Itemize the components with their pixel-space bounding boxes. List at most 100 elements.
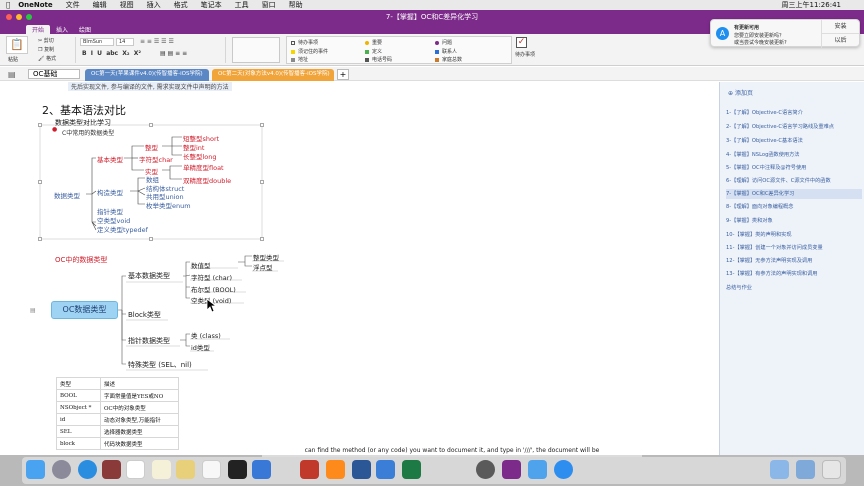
minimize-window-icon[interactable] bbox=[16, 14, 22, 20]
tag-question[interactable]: 问题 bbox=[435, 39, 452, 46]
menu-format[interactable]: 格式 bbox=[174, 0, 188, 10]
notebook-selector[interactable]: OC基础 bbox=[28, 69, 80, 79]
font-size-select[interactable]: 14 bbox=[116, 38, 134, 46]
tab-insert[interactable]: 插入 bbox=[56, 25, 68, 34]
excel-icon[interactable] bbox=[402, 460, 421, 479]
tag-important[interactable]: 重要 bbox=[365, 39, 382, 46]
menu-notebook[interactable]: 笔记本 bbox=[201, 0, 222, 10]
install-button[interactable]: 安装 bbox=[822, 20, 859, 34]
add-page-button[interactable]: ⊕ 添加页 bbox=[728, 88, 753, 97]
font-format-icons[interactable]: ≡ ≡ ☰ ☰ ☰ bbox=[140, 38, 174, 45]
cut-button[interactable]: ✂ 剪切 bbox=[38, 37, 54, 44]
tag-remember[interactable]: 须记住的事件 bbox=[291, 48, 328, 55]
zoom-window-icon[interactable] bbox=[26, 14, 32, 20]
tag-family[interactable]: 家庭总数 bbox=[435, 56, 462, 63]
page-list-item[interactable]: 12-【掌握】无参方法声明实现及调用 bbox=[726, 256, 862, 266]
safari-icon[interactable] bbox=[78, 460, 97, 479]
tag-contact[interactable]: 联系人 bbox=[435, 48, 457, 55]
finder-icon[interactable] bbox=[26, 460, 45, 479]
oc-types-table: 类型 描述 BOOL 字面常量值是YES或NO NSObject * OC中的对… bbox=[56, 377, 179, 450]
page-list-item[interactable]: 9-【掌握】类和对象 bbox=[726, 216, 862, 226]
menu-file[interactable]: 文件 bbox=[66, 0, 80, 10]
page-list-item-selected[interactable]: 7-【掌握】OC和C差异化学习 bbox=[726, 189, 862, 199]
styles-gallery[interactable] bbox=[232, 37, 280, 63]
page-list-item[interactable]: 13-【掌握】有参方法的声明实现和调用 bbox=[726, 269, 862, 279]
onenote-icon[interactable] bbox=[502, 460, 521, 479]
table-cell: 选择器数据类型 bbox=[100, 425, 179, 438]
terminal-icon[interactable] bbox=[228, 460, 247, 479]
menu-tools[interactable]: 工具 bbox=[235, 0, 249, 10]
menu-window[interactable]: 窗口 bbox=[262, 0, 276, 10]
table-cell: 字面常量值是YES或NO bbox=[100, 389, 179, 402]
page-list-item[interactable]: 8-【理解】面向对象编程概念 bbox=[726, 202, 862, 212]
menu-app-name[interactable]: OneNote bbox=[18, 1, 52, 9]
page-list-item[interactable]: 5-【掌握】OC中注释及@符号使用 bbox=[726, 163, 862, 173]
ribbon-divider bbox=[225, 37, 226, 63]
c-node-basic: 基本类型 bbox=[97, 156, 123, 164]
preview-icon[interactable] bbox=[176, 460, 195, 479]
font-name-select[interactable]: BlmSun bbox=[80, 38, 114, 46]
menu-insert[interactable]: 插入 bbox=[147, 0, 161, 10]
apple-icon[interactable]:  bbox=[6, 1, 10, 9]
page-list-item[interactable]: 总结与作业 bbox=[726, 283, 862, 293]
mail-icon[interactable] bbox=[528, 460, 547, 479]
tag-phone[interactable]: 电话号码 bbox=[365, 56, 392, 63]
tag-todo[interactable]: 待办事项 bbox=[291, 39, 318, 46]
table-header-cell: 类型 bbox=[56, 377, 101, 390]
page-list-item[interactable]: 11-【掌握】创建一个对象并访问成员变量 bbox=[726, 243, 862, 253]
trash-icon[interactable] bbox=[822, 460, 841, 479]
todo-tag-button-label[interactable]: 待办事项 bbox=[515, 51, 535, 58]
word-icon[interactable] bbox=[352, 460, 371, 479]
later-button[interactable]: 以后 bbox=[822, 34, 859, 48]
dictionary-icon[interactable] bbox=[102, 460, 121, 479]
downloads-icon[interactable] bbox=[796, 460, 815, 479]
keynote-icon[interactable] bbox=[376, 460, 395, 479]
menu-help[interactable]: 帮助 bbox=[289, 0, 303, 10]
tab-home[interactable]: 开始 bbox=[26, 25, 51, 34]
oc-root-drag-handle-icon[interactable]: ▤ bbox=[30, 307, 36, 314]
instruments-icon[interactable] bbox=[476, 460, 495, 479]
menu-edit[interactable]: 编辑 bbox=[93, 0, 107, 10]
section-tab-day1[interactable]: OC第一天(苹果课件v4.0)(传智播客-iOS学院) bbox=[85, 69, 209, 81]
folder-icon[interactable] bbox=[770, 460, 789, 479]
section-tab-day2[interactable]: OC第二天(对象方法v4.0)(传智播客-iOS学院) bbox=[212, 69, 334, 81]
oc-node-root[interactable]: OC数据类型 bbox=[51, 301, 118, 319]
add-section-button[interactable]: + bbox=[337, 69, 349, 80]
table-row: id 动态对象类型,万能指针 bbox=[56, 413, 179, 426]
paste-icon[interactable]: 📋 bbox=[6, 36, 28, 54]
page-list-item[interactable]: 1-【了解】Objective-C语言简介 bbox=[726, 108, 862, 118]
format-painter-button[interactable]: 🖌 格式 bbox=[38, 55, 56, 62]
page-list-item[interactable]: 3-【了解】Objective-C基本语法 bbox=[726, 136, 862, 146]
page-list-item[interactable]: 4-【掌握】NSLog函数使用方法 bbox=[726, 150, 862, 160]
launchpad-icon[interactable] bbox=[52, 460, 71, 479]
tab-draw[interactable]: 绘图 bbox=[79, 25, 91, 34]
table-header-cell: 描述 bbox=[100, 377, 179, 390]
filezilla-icon[interactable] bbox=[300, 460, 319, 479]
page-list-item[interactable]: 6-【理解】访问OC源文件、C源文件中的函数 bbox=[726, 176, 862, 186]
menu-view[interactable]: 视图 bbox=[120, 0, 134, 10]
photos-icon[interactable] bbox=[202, 460, 221, 479]
todo-checkmark-icon[interactable]: ✓ bbox=[516, 37, 527, 48]
page-canvas[interactable]: 先后实现文件, 参与编译的文件, 需求实现文件中声明的方法 2、基本语法对比 数… bbox=[0, 82, 719, 455]
tag-address[interactable]: 地址 bbox=[291, 56, 308, 63]
appstore-icon[interactable] bbox=[554, 460, 573, 479]
table-cell: block bbox=[56, 437, 101, 450]
page-list-item[interactable]: 10-【掌握】类的声明和实现 bbox=[726, 230, 862, 240]
table-cell: BOOL bbox=[56, 389, 101, 402]
paste-label[interactable]: 粘贴 bbox=[8, 56, 18, 63]
xcode-icon[interactable] bbox=[252, 460, 271, 479]
dock-shelf bbox=[22, 457, 846, 484]
notebooks-toggle-icon[interactable]: ▤ bbox=[8, 70, 16, 79]
color-icons[interactable]: ▤ ▤ ≡ ≡ bbox=[160, 50, 187, 57]
page-list-item[interactable]: 2-【了解】Objective-C语言学习路线及重难点 bbox=[726, 122, 862, 132]
sublime-icon[interactable] bbox=[326, 460, 345, 479]
c-node-double: 双精度型double bbox=[183, 177, 232, 185]
copy-button[interactable]: ❐ 复制 bbox=[38, 46, 54, 53]
tag-definition[interactable]: 定义 bbox=[365, 48, 382, 55]
bold-italic-icons[interactable]: B I U abc X₂ X² bbox=[82, 50, 141, 57]
calendar-icon[interactable] bbox=[126, 460, 145, 479]
notes-icon[interactable] bbox=[152, 460, 171, 479]
menubar-clock[interactable]: 周三上午11:26:41 bbox=[782, 0, 841, 10]
close-window-icon[interactable] bbox=[6, 14, 12, 20]
oc-node-float: 浮点型 bbox=[253, 264, 273, 272]
